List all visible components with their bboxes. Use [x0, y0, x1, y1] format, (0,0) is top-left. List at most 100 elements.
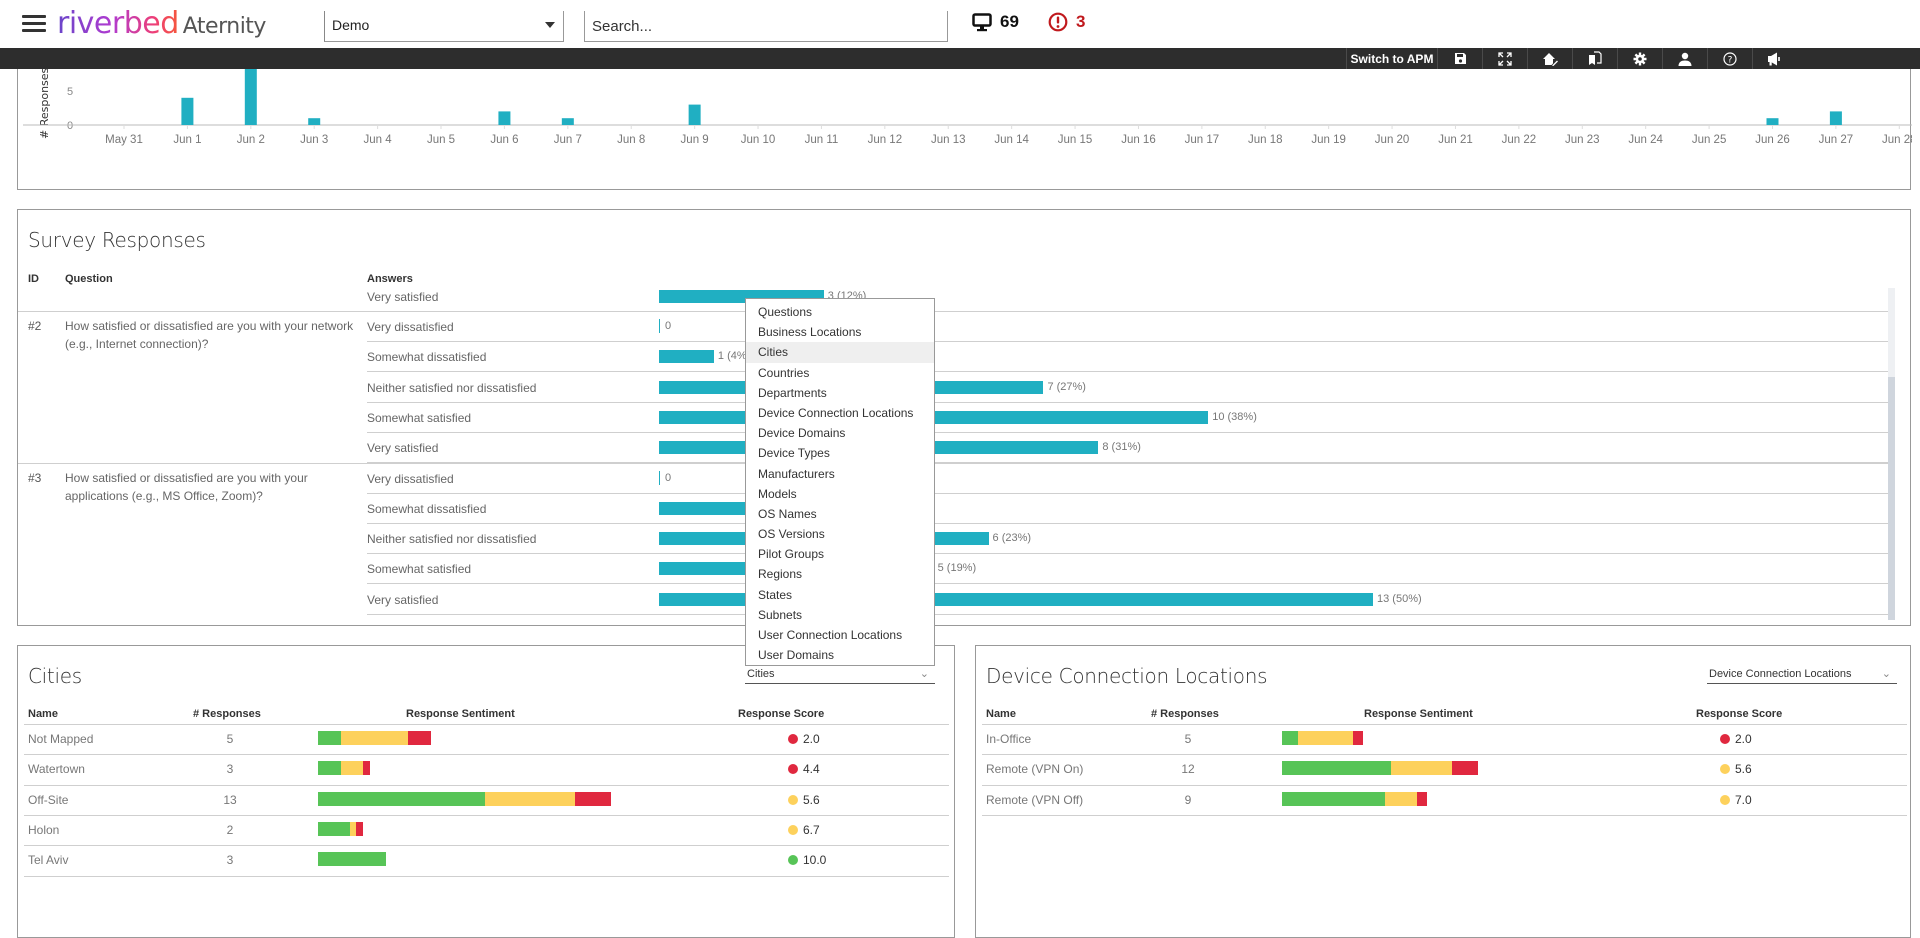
dropdown-option-states[interactable]: States [746, 585, 934, 605]
table-row[interactable]: Remote (VPN Off) 9 7.0 [982, 784, 1907, 815]
dropdown-option-questions[interactable]: Questions [746, 302, 934, 322]
sentiment-bar[interactable] [318, 791, 611, 806]
devices-counter[interactable]: 69 [972, 12, 1019, 32]
dropdown-option-os-versions[interactable]: OS Versions [746, 524, 934, 544]
table-row[interactable]: Not Mapped 5 2.0 [24, 724, 949, 754]
score-value: 2.0 [803, 732, 820, 746]
dropdown-option-pilot-groups[interactable]: Pilot Groups [746, 544, 934, 564]
row-score: 2.0 [788, 732, 820, 746]
dropdown-option-device-types[interactable]: Device Types [746, 443, 934, 463]
sentiment-segment-positive[interactable] [1282, 731, 1299, 745]
sentiment-segment-neutral[interactable] [1385, 791, 1418, 806]
dropdown-option-regions[interactable]: Regions [746, 564, 934, 584]
sentiment-segment-neutral[interactable] [1391, 761, 1452, 776]
x-tick-label: Jun 20 [1375, 134, 1410, 146]
fullscreen-button[interactable] [1482, 48, 1527, 69]
edit-home-button[interactable] [1527, 48, 1572, 69]
device-connection-locations-panel: Device Connection Locations Device Conne… [975, 645, 1911, 938]
sentiment-bar[interactable] [318, 731, 431, 745]
dropdown-option-subnets[interactable]: Subnets [746, 605, 934, 625]
sentiment-segment-negative[interactable] [1451, 761, 1478, 776]
user-icon [1678, 52, 1692, 66]
sentiment-segment-positive[interactable] [318, 821, 350, 836]
responses-timeline-panel: # Responses 0510May 31Jun 1Jun 2Jun 3Jun… [17, 68, 1912, 190]
hamburger-menu-icon[interactable] [22, 15, 46, 33]
table-row[interactable]: Watertown 3 4.4 [24, 754, 949, 784]
vertical-scrollbar[interactable] [1888, 288, 1895, 620]
bar-jun-26[interactable] [1766, 118, 1779, 125]
save-button[interactable] [1437, 48, 1482, 69]
row-responses: 3 [226, 762, 234, 777]
sentiment-segment-positive[interactable] [318, 761, 341, 776]
sentiment-bar[interactable] [1282, 791, 1428, 806]
sentiment-segment-positive[interactable] [318, 731, 341, 745]
user-button[interactable] [1662, 48, 1707, 69]
sentiment-segment-neutral[interactable] [340, 761, 363, 776]
answer-bar[interactable] [659, 470, 660, 485]
sentiment-bar[interactable] [1282, 731, 1363, 745]
sentiment-bar[interactable] [318, 821, 363, 836]
bar-jun-9[interactable] [688, 104, 701, 125]
dropdown-option-business-locations[interactable]: Business Locations [746, 322, 934, 342]
sentiment-segment-negative[interactable] [574, 791, 611, 806]
breakdown-select[interactable]: Cities ⌄ [745, 666, 935, 684]
dropdown-option-device-domains[interactable]: Device Domains [746, 423, 934, 443]
dropdown-option-user-domains[interactable]: User Domains [746, 645, 934, 665]
bar-jun-3[interactable] [308, 118, 321, 125]
sentiment-segment-positive[interactable] [318, 791, 485, 806]
sentiment-segment-neutral[interactable] [1298, 731, 1353, 745]
sentiment-segment-positive[interactable] [1282, 791, 1386, 806]
search-input[interactable] [584, 11, 948, 42]
table-row[interactable]: Off-Site 13 5.6 [24, 784, 949, 815]
scrollbar-thumb[interactable] [1888, 377, 1895, 620]
table-row[interactable]: Holon 2 6.7 [24, 814, 949, 845]
bar-jun-27[interactable] [1829, 111, 1842, 125]
table-row[interactable]: In-Office 5 2.0 [982, 724, 1907, 754]
answer-value: 10 (38%) [1212, 410, 1257, 423]
bar-jun-7[interactable] [561, 118, 574, 125]
sentiment-segment-negative[interactable] [356, 821, 363, 836]
dropdown-option-countries[interactable]: Countries [746, 363, 934, 383]
sentiment-segment-negative[interactable] [408, 731, 431, 745]
x-tick-label: May 31 [105, 134, 143, 146]
alerts-counter[interactable]: 3 [1048, 12, 1085, 32]
sentiment-bar[interactable] [318, 852, 386, 867]
sentiment-bar[interactable] [318, 761, 370, 776]
dropdown-option-models[interactable]: Models [746, 484, 934, 504]
bar-jun-6[interactable] [498, 111, 511, 125]
breakdown-select[interactable]: Device Connection Locations ⌄ [1707, 666, 1897, 684]
bar-jun-2[interactable] [244, 69, 257, 125]
announcements-button[interactable] [1752, 48, 1797, 69]
x-tick-label: Jun 27 [1819, 134, 1854, 146]
sentiment-segment-positive[interactable] [1282, 761, 1392, 776]
dropdown-option-departments[interactable]: Departments [746, 383, 934, 403]
sentiment-segment-negative[interactable] [1352, 731, 1363, 745]
score-value: 5.6 [1735, 762, 1752, 777]
copy-dashboard-button[interactable] [1572, 48, 1617, 69]
switch-to-apm-button[interactable]: Switch to APM [1346, 48, 1437, 69]
dropdown-option-manufacturers[interactable]: Manufacturers [746, 464, 934, 484]
app-logo[interactable]: riverbed Aternity [57, 6, 266, 41]
table-row[interactable]: Tel Aviv 3 10.0 [24, 845, 949, 875]
answer-bar[interactable] [659, 350, 714, 364]
dropdown-option-cities[interactable]: Cities [746, 342, 934, 363]
dropdown-option-device-connection-locations[interactable]: Device Connection Locations [746, 403, 934, 423]
sentiment-bar[interactable] [1282, 761, 1478, 776]
environment-select[interactable]: Demo [324, 11, 564, 42]
score-value: 7.0 [1735, 792, 1752, 807]
bar-jun-1[interactable] [181, 97, 194, 125]
sentiment-segment-neutral[interactable] [484, 791, 575, 806]
help-button[interactable]: ? [1707, 48, 1752, 69]
dropdown-option-user-connection-locations[interactable]: User Connection Locations [746, 625, 934, 645]
table-row[interactable]: Remote (VPN On) 12 5.6 [982, 754, 1907, 784]
answer-label: Very satisfied [367, 290, 439, 304]
sentiment-segment-negative[interactable] [363, 761, 370, 776]
dropdown-option-os-names[interactable]: OS Names [746, 504, 934, 524]
sentiment-segment-neutral[interactable] [340, 731, 408, 745]
answer-bar[interactable] [659, 319, 660, 333]
settings-button[interactable] [1617, 48, 1662, 69]
row-divider [24, 845, 949, 847]
sentiment-segment-negative[interactable] [1417, 791, 1428, 806]
sentiment-segment-positive[interactable] [318, 852, 386, 867]
sentiment-segment-neutral[interactable] [349, 821, 357, 836]
